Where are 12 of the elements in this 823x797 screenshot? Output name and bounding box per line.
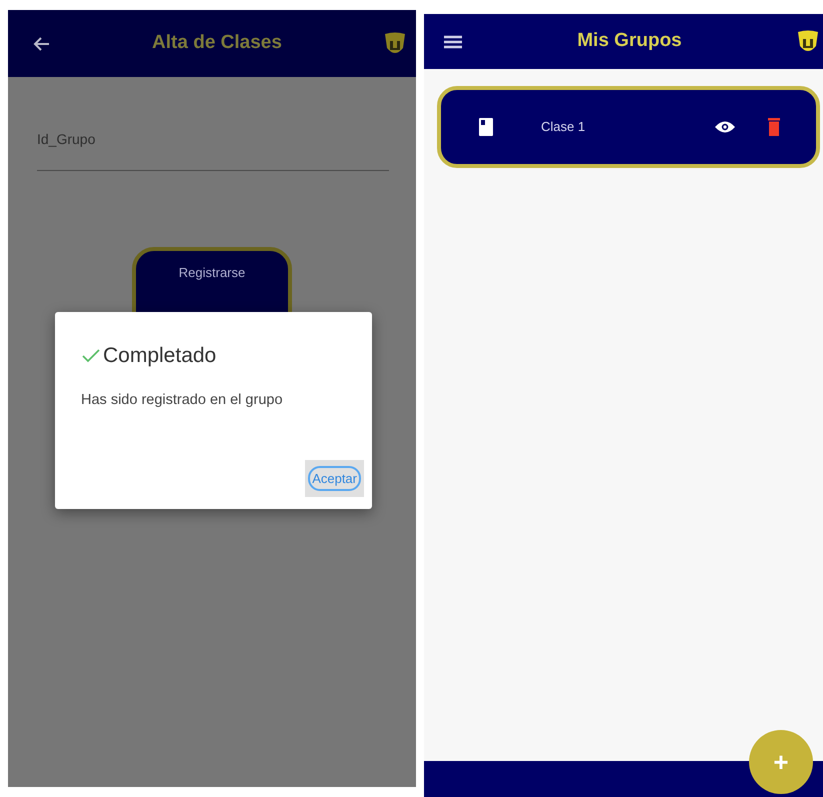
group-id-field[interactable]: Id_Grupo <box>37 121 389 171</box>
app-title: Mis Grupos <box>576 29 683 54</box>
app-title: Alta de Clases <box>151 31 283 56</box>
back-arrow-icon[interactable] <box>32 36 50 52</box>
dialog-message: Has sido registrado en el grupo <box>81 390 284 410</box>
check-icon <box>81 348 101 364</box>
group-card[interactable]: Clase 1 <box>437 86 820 168</box>
card-icon <box>479 118 493 136</box>
trash-icon[interactable] <box>768 118 780 136</box>
group-name: Clase 1 <box>541 118 586 136</box>
eye-icon[interactable] <box>714 120 736 134</box>
menu-icon[interactable] <box>444 34 462 48</box>
